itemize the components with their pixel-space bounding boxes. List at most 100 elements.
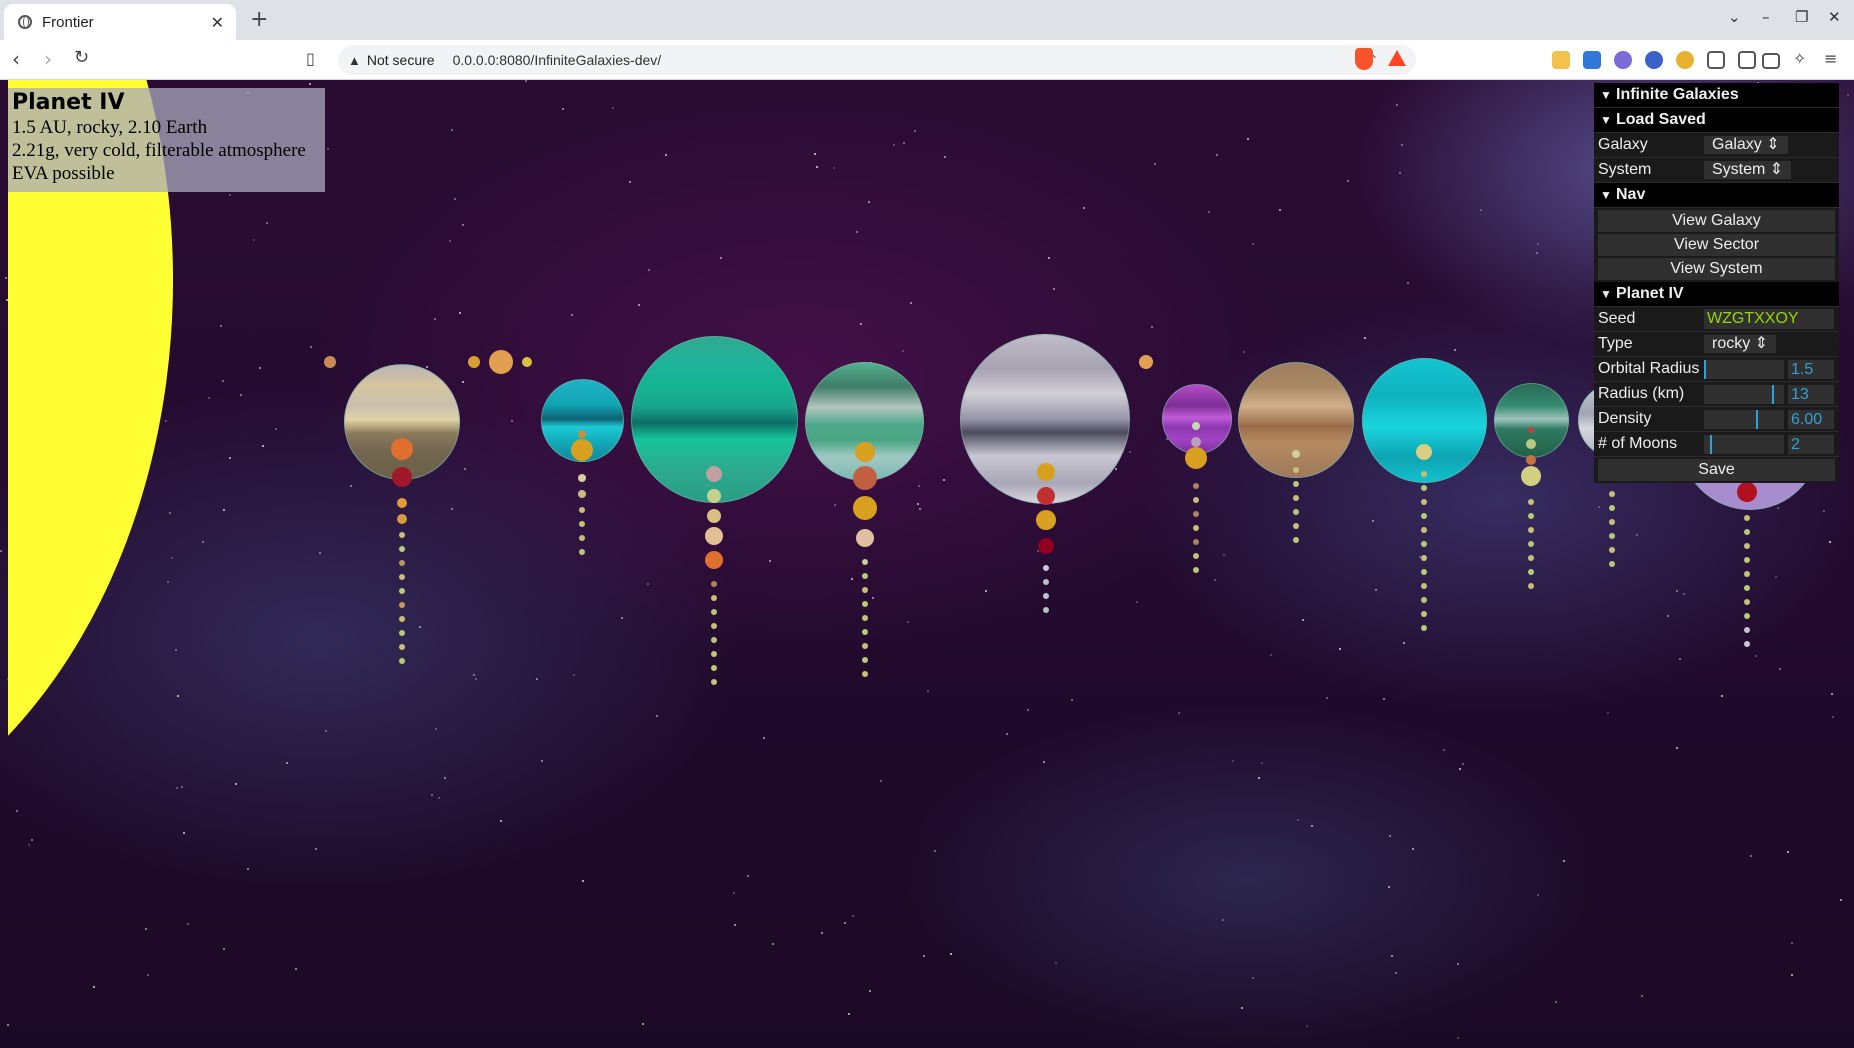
- moon[interactable]: [579, 535, 585, 541]
- moon[interactable]: [1043, 593, 1049, 599]
- moon[interactable]: [1421, 583, 1427, 589]
- moon[interactable]: [1744, 515, 1750, 521]
- bat-icon[interactable]: [1388, 50, 1406, 66]
- moon[interactable]: [862, 601, 868, 607]
- extension-icon[interactable]: [1676, 51, 1694, 69]
- moon[interactable]: [1191, 437, 1201, 447]
- forward-icon[interactable]: ›: [44, 47, 52, 71]
- sun[interactable]: [8, 80, 173, 860]
- moon[interactable]: [711, 623, 717, 629]
- orbital-radius-slider[interactable]: [1704, 360, 1784, 379]
- moon[interactable]: [1744, 627, 1750, 633]
- planet[interactable]: [344, 364, 460, 480]
- moon[interactable]: [711, 665, 717, 671]
- moon[interactable]: [862, 573, 868, 579]
- moon[interactable]: [1421, 597, 1427, 603]
- moon[interactable]: [1193, 525, 1199, 531]
- moon[interactable]: [862, 559, 868, 565]
- puzzle-icon[interactable]: [1707, 51, 1725, 69]
- moon[interactable]: [856, 529, 874, 547]
- moon[interactable]: [578, 474, 586, 482]
- type-select[interactable]: rocky ⇕: [1704, 335, 1777, 353]
- moon[interactable]: [468, 356, 480, 368]
- new-tab-button[interactable]: +: [250, 7, 268, 32]
- window-close-icon[interactable]: ✕: [1828, 8, 1841, 26]
- moon[interactable]: [1036, 510, 1056, 530]
- moon[interactable]: [1193, 511, 1199, 517]
- moon[interactable]: [392, 467, 412, 487]
- moon[interactable]: [1744, 641, 1750, 647]
- moon[interactable]: [1421, 527, 1427, 533]
- moon[interactable]: [1038, 538, 1054, 554]
- moon[interactable]: [862, 629, 868, 635]
- moon[interactable]: [707, 489, 721, 503]
- moon[interactable]: [1421, 499, 1427, 505]
- moon[interactable]: [1609, 505, 1615, 511]
- moon[interactable]: [1528, 427, 1534, 433]
- moon[interactable]: [1528, 499, 1534, 505]
- moon[interactable]: [1744, 613, 1750, 619]
- moon[interactable]: [399, 546, 405, 552]
- moon[interactable]: [1043, 565, 1049, 571]
- moon[interactable]: [706, 466, 722, 482]
- moon[interactable]: [1139, 355, 1153, 369]
- moon[interactable]: [1528, 569, 1534, 575]
- moon[interactable]: [1037, 487, 1055, 505]
- moon[interactable]: [578, 490, 586, 498]
- browser-tab[interactable]: Frontier ✕: [4, 4, 236, 40]
- moon[interactable]: [579, 507, 585, 513]
- radius-slider[interactable]: [1704, 385, 1784, 404]
- maximize-icon[interactable]: ❐: [1795, 8, 1808, 26]
- radius-input[interactable]: 13: [1788, 385, 1834, 404]
- moon[interactable]: [711, 637, 717, 643]
- moon[interactable]: [1043, 579, 1049, 585]
- moon[interactable]: [1293, 537, 1299, 543]
- view-sector-button[interactable]: View Sector: [1598, 234, 1835, 256]
- planet[interactable]: [805, 362, 924, 481]
- moon[interactable]: [1193, 497, 1199, 503]
- moon[interactable]: [399, 616, 405, 622]
- moon[interactable]: [399, 658, 405, 664]
- moon[interactable]: [855, 442, 875, 462]
- moon[interactable]: [1528, 555, 1534, 561]
- moon[interactable]: [1193, 483, 1199, 489]
- moon[interactable]: [522, 357, 532, 367]
- moon[interactable]: [399, 630, 405, 636]
- extension-icon[interactable]: [1645, 51, 1663, 69]
- tab-list-chevron-down-icon[interactable]: ⌄: [1728, 8, 1741, 26]
- moon[interactable]: [1744, 529, 1750, 535]
- folder-load-saved[interactable]: ▼ Load Saved: [1594, 108, 1839, 133]
- galaxy-canvas[interactable]: Planet IV 1.5 AU, rocky, 2.10 Earth 2.21…: [0, 80, 1854, 1048]
- moon[interactable]: [1421, 555, 1427, 561]
- moon[interactable]: [1528, 583, 1534, 589]
- extension-icon[interactable]: [1583, 51, 1601, 69]
- moon[interactable]: [1293, 509, 1299, 515]
- moon[interactable]: [1609, 519, 1615, 525]
- planet[interactable]: [1362, 358, 1487, 483]
- moon[interactable]: [397, 498, 407, 508]
- moon[interactable]: [1526, 439, 1536, 449]
- moon[interactable]: [1609, 547, 1615, 553]
- menu-icon[interactable]: ≡: [1824, 49, 1837, 68]
- moon[interactable]: [399, 602, 405, 608]
- moon[interactable]: [705, 551, 723, 569]
- moon[interactable]: [862, 643, 868, 649]
- planet[interactable]: [1238, 362, 1354, 478]
- moon[interactable]: [711, 651, 717, 657]
- moon[interactable]: [1609, 561, 1615, 567]
- moon[interactable]: [578, 430, 586, 438]
- moon[interactable]: [1744, 543, 1750, 549]
- moon[interactable]: [1421, 541, 1427, 547]
- moon[interactable]: [399, 532, 405, 538]
- moon[interactable]: [1037, 463, 1055, 481]
- moon[interactable]: [1737, 482, 1757, 502]
- extension-icon[interactable]: [1614, 51, 1632, 69]
- moon[interactable]: [853, 496, 877, 520]
- moon[interactable]: [1293, 495, 1299, 501]
- security-label[interactable]: Not secure: [367, 52, 435, 68]
- moon[interactable]: [1609, 533, 1615, 539]
- moon[interactable]: [705, 527, 723, 545]
- moon[interactable]: [1193, 567, 1199, 573]
- moon[interactable]: [579, 521, 585, 527]
- moon[interactable]: [324, 356, 336, 368]
